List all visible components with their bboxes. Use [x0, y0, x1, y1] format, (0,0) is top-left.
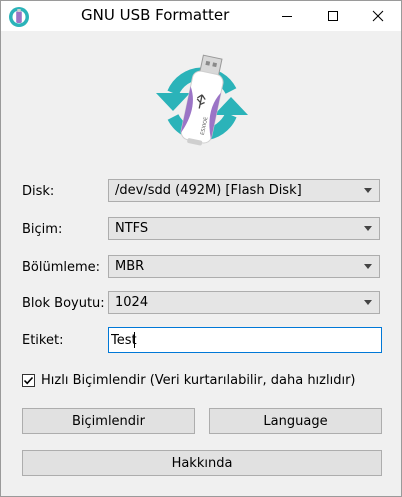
- title-bar[interactable]: GNU USB Formatter: [1, 1, 401, 31]
- format-label: Biçim:: [22, 222, 63, 237]
- minimize-button[interactable]: [264, 1, 310, 31]
- window-title: GNU USB Formatter: [81, 6, 230, 24]
- partition-label: Bölümleme:: [22, 260, 101, 275]
- chevron-down-icon: [364, 264, 372, 269]
- main-panel: ESXIOE Disk: /dev/sdd (492M) [Flash Disk…: [1, 31, 401, 496]
- block-size-select[interactable]: 1024: [108, 291, 380, 314]
- chevron-down-icon: [364, 226, 372, 231]
- disk-label: Disk:: [22, 184, 55, 199]
- app-icon: [8, 6, 30, 28]
- disk-select-value: /dev/sdd (492M) [Flash Disk]: [115, 183, 302, 198]
- usb-formatter-logo: ESXIOE: [156, 54, 248, 146]
- app-window: GNU USB Formatter ESXIOE Disk: /dev/sdd …: [0, 0, 402, 497]
- volume-label-input[interactable]: [111, 330, 371, 350]
- block-size-label: Blok Boyutu:: [22, 296, 105, 311]
- about-button[interactable]: Hakkında: [22, 450, 382, 476]
- checkmark-icon: [23, 376, 34, 385]
- volume-label-label: Etiket:: [22, 333, 64, 348]
- quick-format-checkbox[interactable]: [22, 374, 35, 387]
- language-button[interactable]: Language: [209, 408, 382, 434]
- maximize-icon: [328, 11, 338, 21]
- minimize-icon: [282, 16, 292, 17]
- format-select-value: NTFS: [115, 221, 149, 236]
- close-icon: [372, 10, 384, 22]
- format-select[interactable]: NTFS: [108, 217, 380, 240]
- chevron-down-icon: [364, 188, 372, 193]
- text-caret: [134, 332, 135, 348]
- partition-select-value: MBR: [115, 259, 145, 274]
- quick-format-label[interactable]: Hızlı Biçimlendir (Veri kurtarılabilir, …: [41, 373, 356, 388]
- format-button[interactable]: Biçimlendir: [22, 408, 195, 434]
- disk-select[interactable]: /dev/sdd (492M) [Flash Disk]: [108, 179, 380, 202]
- volume-label-input-box[interactable]: [108, 327, 382, 353]
- chevron-down-icon: [364, 300, 372, 305]
- close-button[interactable]: [355, 1, 401, 31]
- partition-select[interactable]: MBR: [108, 255, 380, 278]
- maximize-button[interactable]: [310, 1, 356, 31]
- block-size-select-value: 1024: [115, 295, 149, 310]
